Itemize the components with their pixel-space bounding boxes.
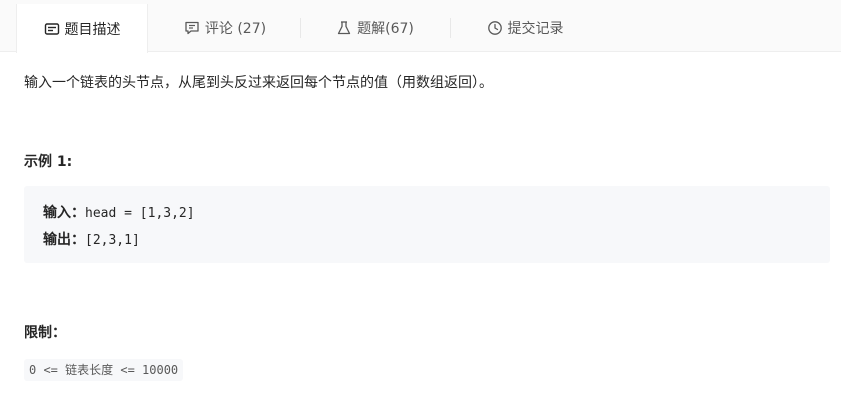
tab-divider <box>450 18 451 38</box>
clock-icon <box>487 20 503 36</box>
comment-icon <box>184 20 200 36</box>
tab-comments[interactable]: 评论 (27) <box>160 4 290 52</box>
example-title: 示例 1: <box>24 154 73 170</box>
tab-bar: 题目描述 评论 (27) 题解(67) 提交记录 <box>0 0 841 53</box>
constraint-code: 0 <= 链表长度 <= 10000 <box>24 359 184 381</box>
example-input-line: 输入：head = [1,3,2] <box>43 202 195 222</box>
tab-label: 题目描述 <box>64 21 121 38</box>
tab-label: 题解(67) <box>357 21 414 37</box>
input-value: head = [1,3,2] <box>85 206 195 221</box>
tab-divider <box>300 18 301 38</box>
tab-solutions[interactable]: 题解(67) <box>310 4 440 52</box>
flask-icon <box>336 20 352 36</box>
example-block: 输入：head = [1,3,2] 输出：[2,3,1] <box>24 186 830 263</box>
tab-label: 提交记录 <box>507 21 564 37</box>
problem-description: 输入一个链表的头节点，从尾到头反过来返回每个节点的值（用数组返回）。 <box>24 75 493 91</box>
output-label: 输出： <box>43 232 85 248</box>
tab-description[interactable]: 题目描述 <box>16 4 148 53</box>
tab-label: 评论 (27) <box>204 21 267 37</box>
tab-submissions[interactable]: 提交记录 <box>460 4 590 52</box>
example-output-line: 输出：[2,3,1] <box>43 229 140 249</box>
limits-title: 限制： <box>24 325 66 341</box>
description-icon <box>44 21 60 37</box>
output-value: [2,3,1] <box>85 233 140 248</box>
input-label: 输入： <box>43 205 85 221</box>
